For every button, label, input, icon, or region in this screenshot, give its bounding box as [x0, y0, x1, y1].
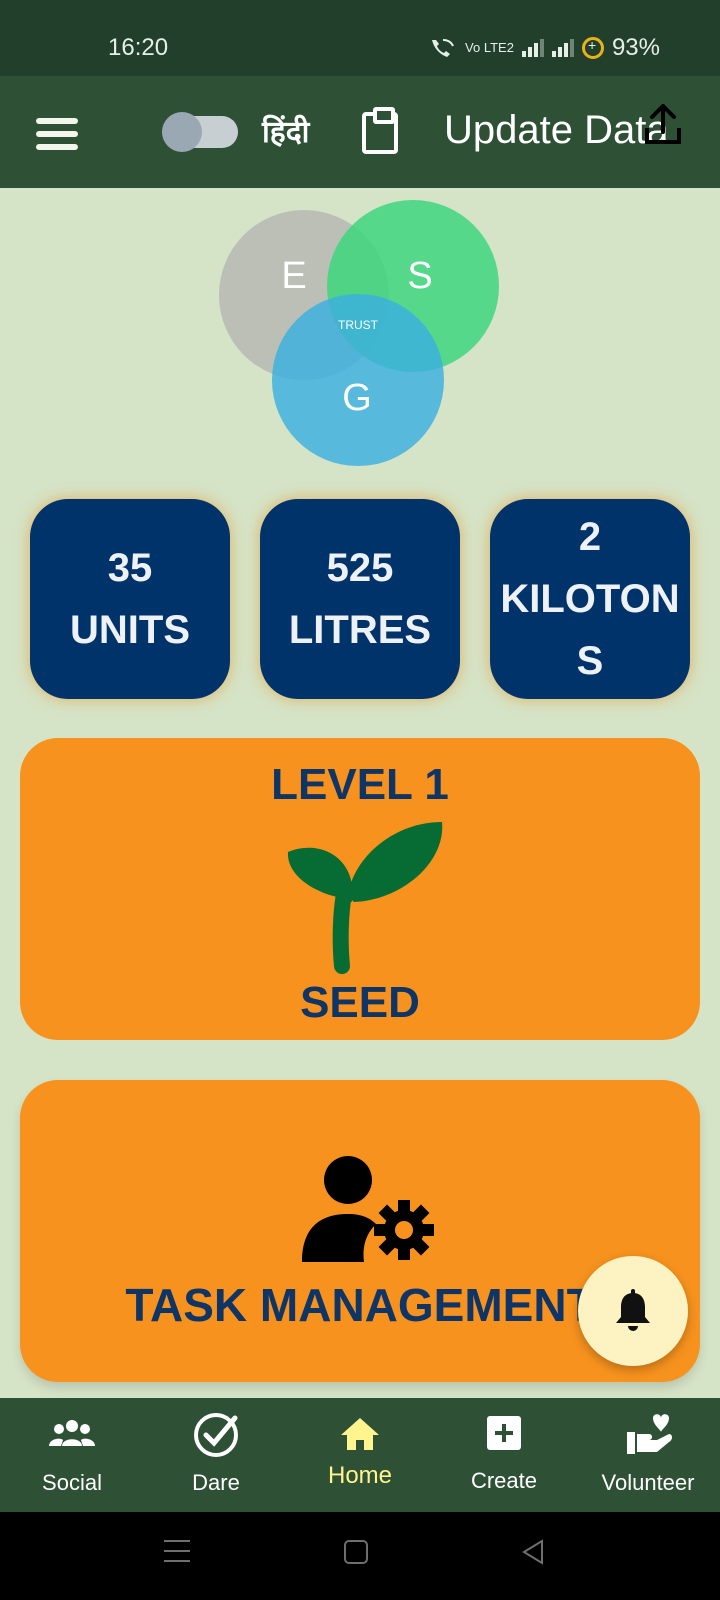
language-toggle[interactable] — [162, 112, 238, 152]
stat-unit-wrap: S — [576, 639, 604, 683]
sprout-icon — [287, 822, 443, 974]
system-home-icon[interactable] — [344, 1540, 368, 1564]
stat-unit: LITRES — [288, 608, 432, 652]
battery-level: 93% — [611, 34, 660, 61]
menu-icon[interactable] — [36, 118, 78, 150]
stat-value: 2 — [578, 515, 602, 559]
nav-label-dare: Dare — [192, 1470, 240, 1495]
logo-letter-s: S — [407, 255, 432, 297]
home-icon — [341, 1418, 379, 1450]
nav-label-volunteer: Volunteer — [601, 1470, 695, 1495]
clipboard-icon[interactable] — [362, 107, 398, 154]
status-bar: 16:20 Vo LTE2 93% — [0, 0, 720, 76]
plus-square-icon — [487, 1416, 521, 1450]
logo-center-label: TRUST — [338, 318, 379, 332]
stats-row: 35 UNITS 525 LITRES 2 KILOTON S — [30, 499, 690, 699]
bell-icon — [616, 1289, 650, 1331]
stat-card-litres[interactable]: 525 LITRES — [260, 499, 460, 699]
nav-label-home: Home — [327, 1462, 393, 1489]
system-nav-bar — [0, 1512, 720, 1600]
stat-unit: UNITS — [70, 608, 190, 652]
stat-unit: KILOTON — [500, 577, 680, 621]
update-data-button[interactable]: Update Data — [444, 108, 669, 153]
hand-heart-icon — [627, 1414, 672, 1454]
nav-item-social[interactable]: Social — [0, 1398, 144, 1512]
upload-icon[interactable] — [643, 102, 683, 146]
group-icon — [49, 1420, 95, 1446]
esg-logo: E S G TRUST — [219, 200, 499, 466]
back-icon[interactable] — [520, 1538, 546, 1566]
logo-letter-e: E — [281, 255, 306, 297]
toggle-knob — [162, 112, 202, 152]
stat-card-kilotons[interactable]: 2 KILOTON S — [490, 499, 690, 699]
stat-card-units[interactable]: 35 UNITS — [30, 499, 230, 699]
user-gear-icon — [302, 1156, 434, 1262]
stat-value: 35 — [107, 546, 153, 590]
nav-item-home[interactable]: Home — [288, 1398, 432, 1512]
nav-item-create[interactable]: Create — [432, 1398, 576, 1512]
level-card[interactable]: LEVEL 1 SEED — [20, 738, 700, 1040]
stat-value: 525 — [326, 546, 394, 590]
nav-item-volunteer[interactable]: Volunteer — [576, 1398, 720, 1512]
signal-icon — [521, 39, 544, 57]
recent-apps-icon[interactable] — [164, 1540, 190, 1562]
status-icons: Vo LTE2 93% — [429, 34, 660, 62]
signal-icon-2 — [551, 39, 574, 57]
nav-item-dare[interactable]: Dare — [144, 1398, 288, 1512]
notification-fab[interactable] — [578, 1256, 688, 1366]
check-circle-icon — [194, 1413, 238, 1457]
language-label: हिंदी — [262, 116, 310, 149]
logo-letter-g: G — [342, 377, 372, 419]
nav-label-create: Create — [470, 1468, 538, 1493]
status-time: 16:20 — [108, 34, 169, 61]
battery-saver-icon — [581, 37, 604, 59]
volte-label: Vo LTE2 — [465, 40, 514, 55]
level-name: SEED — [300, 978, 420, 1027]
wifi-calling-icon — [432, 38, 454, 57]
nav-label-social: Social — [42, 1470, 102, 1495]
bottom-nav: Social Dare Home Create Volunteer — [0, 1398, 720, 1512]
level-title: LEVEL 1 — [271, 760, 449, 809]
